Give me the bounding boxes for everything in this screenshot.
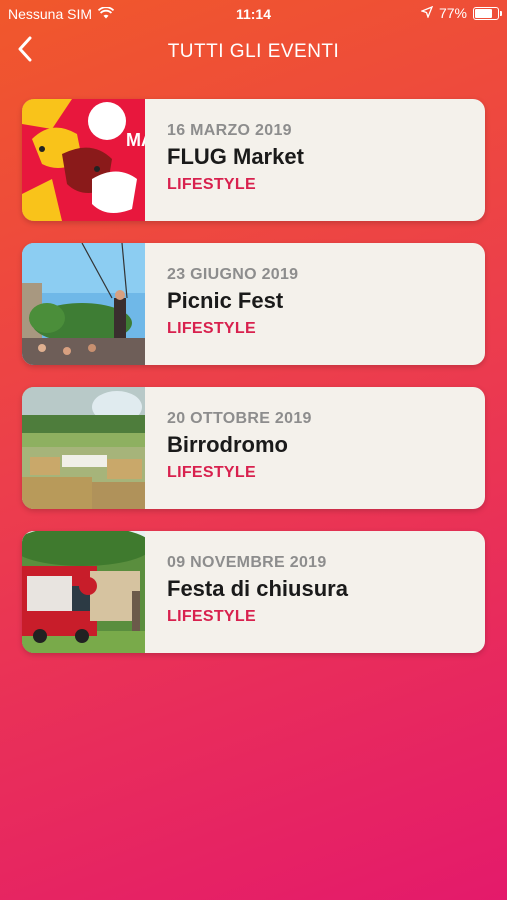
- location-arrow-icon: [420, 5, 434, 21]
- event-info: 23 GIUGNO 2019 Picnic Fest LIFESTYLE: [145, 243, 298, 365]
- event-image: MA: [22, 99, 145, 221]
- event-category: LIFESTYLE: [167, 464, 256, 481]
- event-title: Festa di chiusura: [167, 576, 348, 601]
- event-info: 09 NOVEMBRE 2019 Festa di chiusura LIFES…: [145, 531, 348, 653]
- event-date: 23 GIUGNO 2019: [167, 266, 299, 283]
- event-title: Picnic Fest: [167, 288, 284, 313]
- battery-percent: 77%: [438, 5, 467, 21]
- event-card[interactable]: 09 NOVEMBRE 2019 Festa di chiusura LIFES…: [22, 531, 485, 653]
- event-category: LIFESTYLE: [167, 320, 256, 337]
- event-category: LIFESTYLE: [167, 176, 256, 193]
- event-image: [22, 243, 145, 365]
- poster-text: MA: [126, 130, 145, 150]
- battery-cap: [500, 10, 502, 16]
- event-card[interactable]: 23 GIUGNO 2019 Picnic Fest LIFESTYLE: [22, 243, 485, 365]
- event-title: Birrodromo: [167, 432, 288, 457]
- nav-bar: TUTTI GLI EVENTI: [0, 28, 507, 78]
- event-image: [22, 387, 145, 509]
- page-title: TUTTI GLI EVENTI: [167, 41, 340, 62]
- event-title: FLUG Market: [167, 144, 304, 169]
- status-right: 77%: [420, 5, 502, 21]
- event-category: LIFESTYLE: [167, 608, 256, 625]
- battery-fill: [475, 8, 492, 18]
- event-date: 16 MARZO 2019: [167, 122, 292, 139]
- battery-icon: [473, 6, 502, 20]
- status-bar: Nessuna SIM 11:14 77%: [0, 0, 507, 28]
- event-info: 20 OTTOBRE 2019 Birrodromo LIFESTYLE: [145, 387, 312, 509]
- event-date: 09 NOVEMBRE 2019: [167, 554, 327, 571]
- event-info: 16 MARZO 2019 FLUG Market LIFESTYLE: [145, 99, 304, 221]
- event-date: 20 OTTOBRE 2019: [167, 410, 312, 427]
- event-image: [22, 531, 145, 653]
- event-card[interactable]: 20 OTTOBRE 2019 Birrodromo LIFESTYLE: [22, 387, 485, 509]
- event-card[interactable]: MA 16 MARZO 2019 FLUG Market LIFESTYLE: [22, 99, 485, 221]
- event-list: MA 16 MARZO 2019 FLUG Market LIFESTYLE: [22, 99, 485, 675]
